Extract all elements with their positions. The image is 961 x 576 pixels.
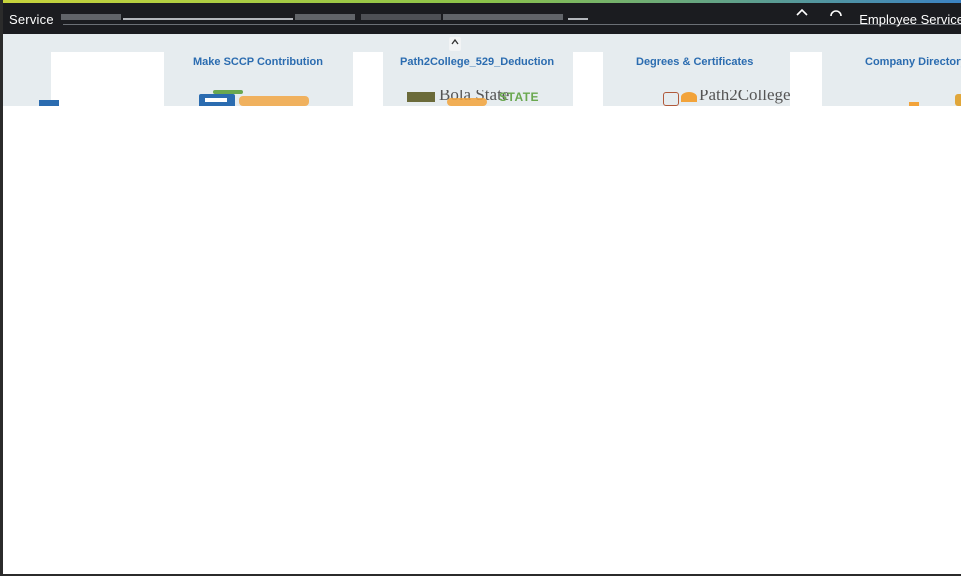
tile-degrees-certificates[interactable]: Degrees & Certificates bbox=[636, 56, 753, 68]
path2college-state-logo: Bola State STATE bbox=[407, 90, 637, 106]
render-artifact bbox=[295, 14, 355, 20]
render-artifact bbox=[443, 14, 563, 20]
search-icon[interactable] bbox=[829, 6, 843, 24]
path2college-logo-text: Path2College bbox=[699, 90, 791, 104]
tile-gap bbox=[353, 52, 383, 106]
sccp-logo bbox=[199, 90, 319, 106]
scroll-up-button[interactable] bbox=[449, 37, 461, 51]
tile-company-directory[interactable]: Company Directory bbox=[865, 56, 961, 68]
page-name: Employee Service bbox=[859, 12, 961, 27]
app-window: Service Employee Service Make SCCP Contr… bbox=[0, 0, 961, 576]
logo-fragment bbox=[39, 90, 89, 106]
render-artifact bbox=[61, 14, 121, 20]
tile-band: Make SCCP Contribution Path2College_529_… bbox=[3, 34, 961, 106]
render-artifact bbox=[123, 18, 293, 20]
product-title: Service bbox=[9, 12, 54, 27]
header-rule bbox=[63, 24, 961, 25]
path2college-logo: Path2College bbox=[663, 90, 813, 106]
chevron-up-icon[interactable] bbox=[795, 6, 809, 24]
top-header: Service Employee Service bbox=[3, 0, 961, 34]
state-text: STATE bbox=[499, 90, 540, 104]
tile-make-sccp-contribution[interactable]: Make SCCP Contribution bbox=[193, 56, 323, 68]
tile-path2college-deduction[interactable]: Path2College_529_Deduction bbox=[400, 56, 554, 68]
directory-logo-fragment bbox=[903, 90, 961, 106]
render-artifact bbox=[568, 18, 588, 20]
accent-line bbox=[3, 0, 961, 3]
main-content bbox=[3, 106, 961, 574]
render-artifact bbox=[361, 14, 441, 20]
chevron-up-icon bbox=[451, 38, 459, 45]
